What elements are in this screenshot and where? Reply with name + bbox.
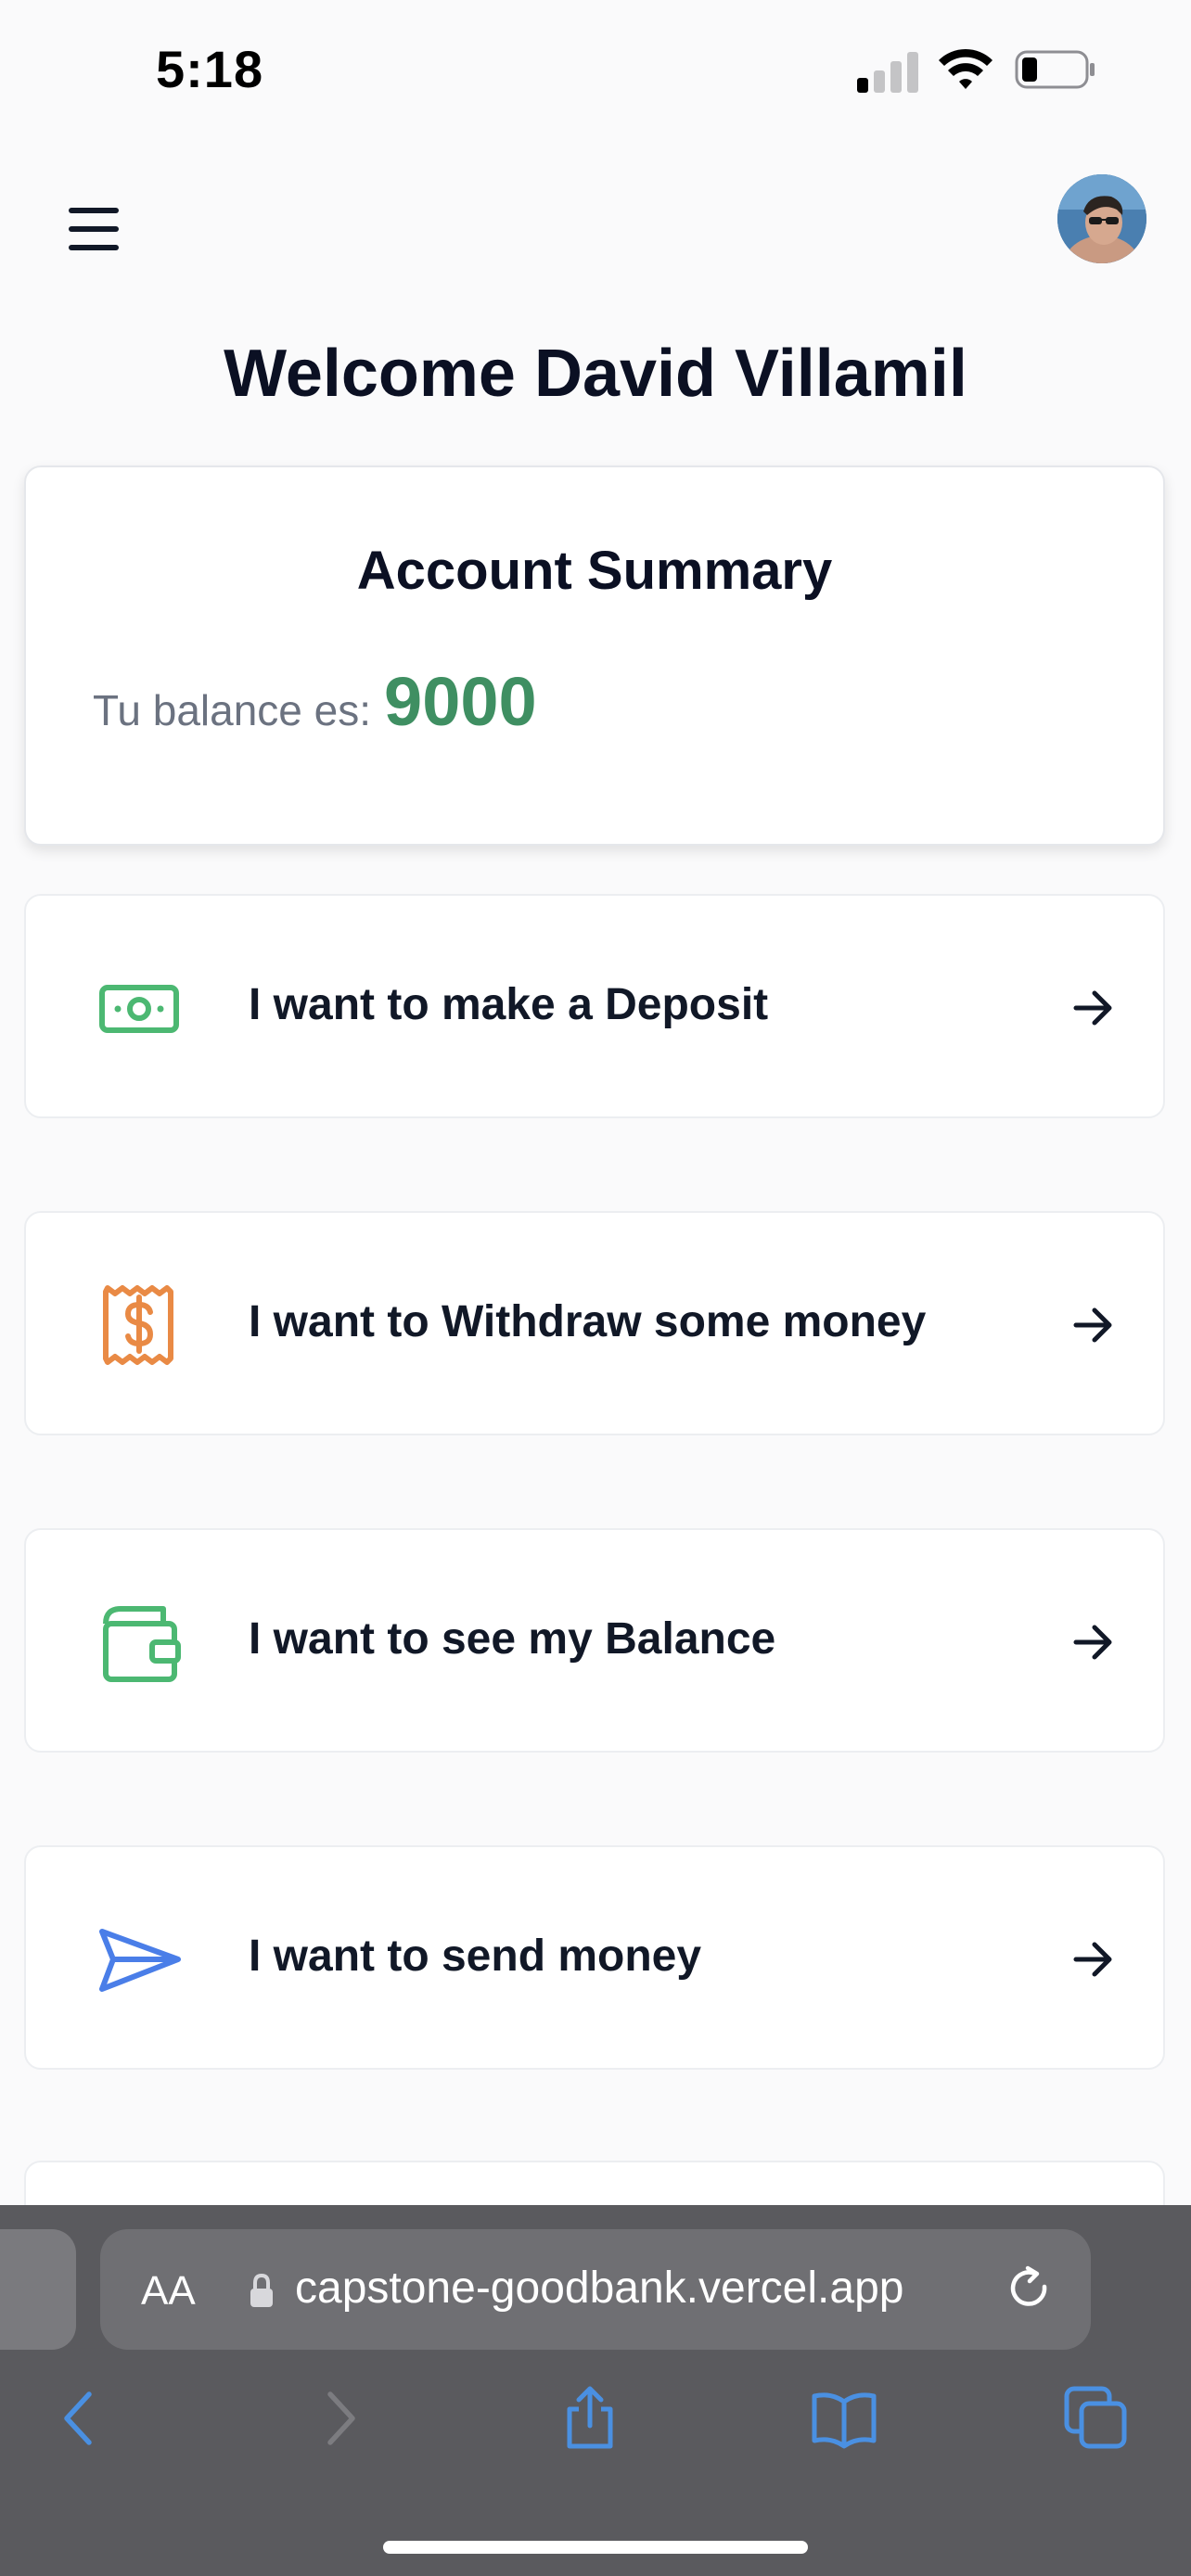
arrow-right-icon xyxy=(1073,1942,1112,1977)
deposit-label: I want to make a Deposit xyxy=(249,980,769,1029)
status-bar: 5:18 xyxy=(0,0,1191,139)
arrow-right-icon xyxy=(1073,1625,1112,1660)
wifi-icon xyxy=(939,48,992,89)
send-money-card[interactable]: I want to send money xyxy=(24,1845,1165,2070)
balance-card[interactable]: I want to see my Balance xyxy=(24,1528,1165,1753)
url-text[interactable]: capstone-goodbank.vercel.app xyxy=(295,2263,978,2314)
hamburger-menu-icon[interactable] xyxy=(65,206,122,252)
balance-label-action: I want to see my Balance xyxy=(249,1614,776,1664)
account-summary-card: Account Summary Tu balance es: 9000 xyxy=(24,465,1165,846)
previous-tab-preview[interactable] xyxy=(0,2229,76,2350)
withdraw-label: I want to Withdraw some money xyxy=(249,1297,927,1346)
deposit-card[interactable]: I want to make a Deposit xyxy=(24,894,1165,1118)
wallet-icon xyxy=(103,1606,181,1682)
balance-row: Tu balance es: 9000 xyxy=(93,662,537,741)
send-money-label: I want to send money xyxy=(249,1932,702,1981)
balance-value: 9000 xyxy=(384,663,537,740)
withdraw-card[interactable]: I want to Withdraw some money xyxy=(24,1211,1165,1435)
lock-icon xyxy=(250,2273,273,2307)
share-icon[interactable] xyxy=(557,2385,623,2452)
bookmarks-icon[interactable] xyxy=(811,2385,877,2452)
summary-title: Account Summary xyxy=(356,541,833,601)
battery-icon xyxy=(1015,50,1095,89)
avatar[interactable] xyxy=(1057,174,1146,263)
paper-plane-icon xyxy=(99,1929,181,1992)
balance-label: Tu balance es: xyxy=(93,686,372,734)
back-icon[interactable] xyxy=(46,2385,113,2452)
status-time: 5:18 xyxy=(156,40,264,98)
avatar-image xyxy=(1057,174,1146,263)
page-title: Welcome David Villamil xyxy=(224,337,967,411)
home-indicator[interactable] xyxy=(383,2541,808,2554)
text-size-button[interactable]: AA xyxy=(141,2268,196,2315)
cellular-signal-icon xyxy=(857,48,918,93)
tabs-icon[interactable] xyxy=(1063,2385,1130,2452)
forward-icon[interactable] xyxy=(306,2385,373,2452)
reload-icon xyxy=(1010,2265,1047,2306)
arrow-right-icon xyxy=(1073,990,1112,1026)
cash-icon xyxy=(99,985,179,1033)
arrow-right-icon xyxy=(1073,1307,1112,1343)
receipt-dollar-icon xyxy=(103,1285,173,1365)
